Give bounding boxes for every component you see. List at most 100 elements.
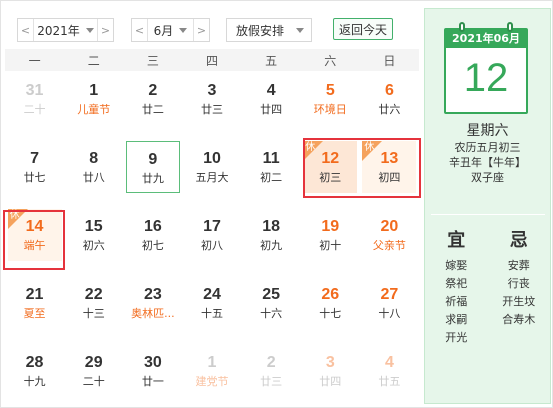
- year-dropdown[interactable]: 2021年: [34, 22, 97, 39]
- panel-lunar-date: 农历五月初三: [454, 141, 521, 154]
- weekday-label: 二: [87, 53, 100, 68]
- panel-month-header: 2021年06月: [446, 30, 526, 48]
- day-number: 6: [384, 82, 394, 99]
- day-cell[interactable]: 1 建党节: [185, 345, 239, 397]
- day-cell[interactable]: 20 父亲节: [362, 209, 416, 261]
- ji-item: 行丧: [507, 277, 530, 290]
- year-selector[interactable]: < 2021年 >: [17, 18, 114, 42]
- day-cell[interactable]: 24 十五: [185, 277, 239, 329]
- yi-title: 宜: [447, 230, 466, 251]
- day-cell[interactable]: 10 五月大: [185, 141, 239, 193]
- prev-month-icon[interactable]: <: [132, 19, 148, 41]
- yi-item: 嫁娶: [445, 259, 468, 272]
- day-number: 30: [143, 354, 162, 371]
- ji-item: 合寿木: [502, 313, 536, 326]
- holiday-label: 放假安排: [236, 23, 285, 38]
- panel-ganzhi-year: 辛丑年【牛年】: [449, 156, 526, 169]
- day-number: 8: [89, 150, 99, 167]
- day-number: 20: [380, 218, 399, 235]
- holiday-dropdown[interactable]: 放假安排: [226, 18, 312, 42]
- calendar-ring-icon: [507, 22, 513, 32]
- lunar-label: 父亲节: [372, 239, 406, 252]
- day-cell[interactable]: 2 廿二: [126, 73, 180, 125]
- yi-item: 开光: [445, 331, 468, 344]
- day-number: 3: [207, 82, 217, 99]
- day-cell[interactable]: 27 十八: [362, 277, 416, 329]
- prev-year-icon[interactable]: <: [18, 19, 34, 41]
- day-number: 11: [262, 150, 280, 167]
- calendar-date-icon: 2021年06月 12: [444, 28, 528, 114]
- day-cell[interactable]: 29 二十: [67, 345, 121, 397]
- day-number: 9: [148, 151, 158, 168]
- yi-item: 求嗣: [445, 313, 468, 326]
- next-month-icon[interactable]: >: [193, 19, 209, 41]
- day-number: 3: [325, 354, 335, 371]
- lunar-label: 廿三: [201, 103, 223, 116]
- day-number: 16: [143, 218, 162, 235]
- lunar-label: 奥林匹...: [131, 307, 175, 320]
- lunar-label: 初八: [201, 239, 223, 252]
- day-cell[interactable]: 21 夏至: [8, 277, 62, 329]
- day-cell[interactable]: 28 十九: [8, 345, 62, 397]
- day-cell[interactable]: 16 初七: [126, 209, 180, 261]
- panel-big-day: 12: [463, 56, 509, 100]
- lunar-label: 廿八: [82, 171, 105, 184]
- panel-divider: [431, 214, 545, 215]
- day-cell[interactable]: 3 廿四: [303, 345, 357, 397]
- day-cell-today[interactable]: 9 廿九: [125, 141, 180, 193]
- day-number: 7: [30, 150, 40, 167]
- day-number: 23: [143, 286, 162, 303]
- chevron-down-icon: [85, 27, 94, 33]
- day-cell[interactable]: 3 廿三: [185, 73, 239, 125]
- back-to-today-button[interactable]: 返回今天: [333, 18, 393, 40]
- holiday-highlight-frame: [3, 210, 65, 270]
- month-dropdown[interactable]: 6月: [148, 22, 193, 39]
- ji-item: 安葬: [507, 259, 530, 272]
- day-cell[interactable]: 18 初九: [244, 209, 298, 261]
- holiday-highlight-frame: [303, 138, 421, 198]
- day-cell[interactable]: 26 十七: [303, 277, 357, 329]
- weekday-label: 一: [28, 53, 41, 68]
- auspicious-section: 宜 嫁娶 祭祀 祈福 求嗣 开光 忌 安葬 行丧 开生坟 合寿木: [425, 229, 550, 347]
- day-cell[interactable]: 15 初六: [67, 209, 121, 261]
- day-cell[interactable]: 4 廿五: [362, 345, 416, 397]
- day-number: 4: [266, 82, 276, 99]
- panel-date-info: 星期六 农历五月初三 辛丑年【牛年】 双子座: [425, 122, 550, 185]
- lunar-label: 十三: [82, 307, 105, 320]
- day-cell[interactable]: 30 廿一: [126, 345, 180, 397]
- calendar-widget: < 2021年 > < 6月 > 放假安排 返回今天 一 二 三 四 五 六 日: [0, 0, 553, 408]
- day-number: 19: [321, 218, 340, 235]
- lunar-label: 十七: [319, 307, 342, 320]
- lunar-label: 五月大: [195, 171, 229, 184]
- day-cell[interactable]: 17 初八: [185, 209, 239, 261]
- weekday-label: 五: [265, 53, 278, 68]
- day-cell[interactable]: 25 十六: [244, 277, 298, 329]
- yi-item: 祈福: [445, 295, 468, 308]
- weekday-header: 一 二 三 四 五 六 日: [5, 49, 419, 71]
- next-year-icon[interactable]: >: [97, 19, 113, 41]
- ji-item: 开生坟: [502, 295, 536, 308]
- day-number: 31: [25, 82, 44, 99]
- day-cell[interactable]: 11 初二: [244, 141, 298, 193]
- lunar-label: 廿二: [141, 103, 164, 116]
- day-cell[interactable]: 22 十三: [67, 277, 121, 329]
- weekday-label: 日: [383, 53, 396, 68]
- day-cell[interactable]: 5 环境日: [303, 73, 357, 125]
- day-cell[interactable]: 6 廿六: [362, 73, 416, 125]
- lunar-label: 廿四: [319, 375, 342, 388]
- month-value: 6月: [153, 23, 174, 38]
- day-cell[interactable]: 4 廿四: [244, 73, 298, 125]
- month-selector[interactable]: < 6月 >: [131, 18, 210, 42]
- day-number: 29: [84, 354, 103, 371]
- day-cell[interactable]: 19 初十: [303, 209, 357, 261]
- day-cell[interactable]: 8 廿八: [67, 141, 121, 193]
- lunar-label: 建党节: [195, 375, 229, 388]
- day-cell[interactable]: 2 廿三: [244, 345, 298, 397]
- day-cell[interactable]: 7 廿七: [8, 141, 62, 193]
- day-cell[interactable]: 1 儿童节: [67, 73, 121, 125]
- day-cell[interactable]: 23 奥林匹...: [126, 277, 180, 329]
- lunar-label: 廿七: [23, 171, 46, 184]
- lunar-label: 儿童节: [77, 103, 111, 116]
- day-number: 24: [203, 286, 221, 303]
- day-cell[interactable]: 31 二十: [8, 73, 62, 125]
